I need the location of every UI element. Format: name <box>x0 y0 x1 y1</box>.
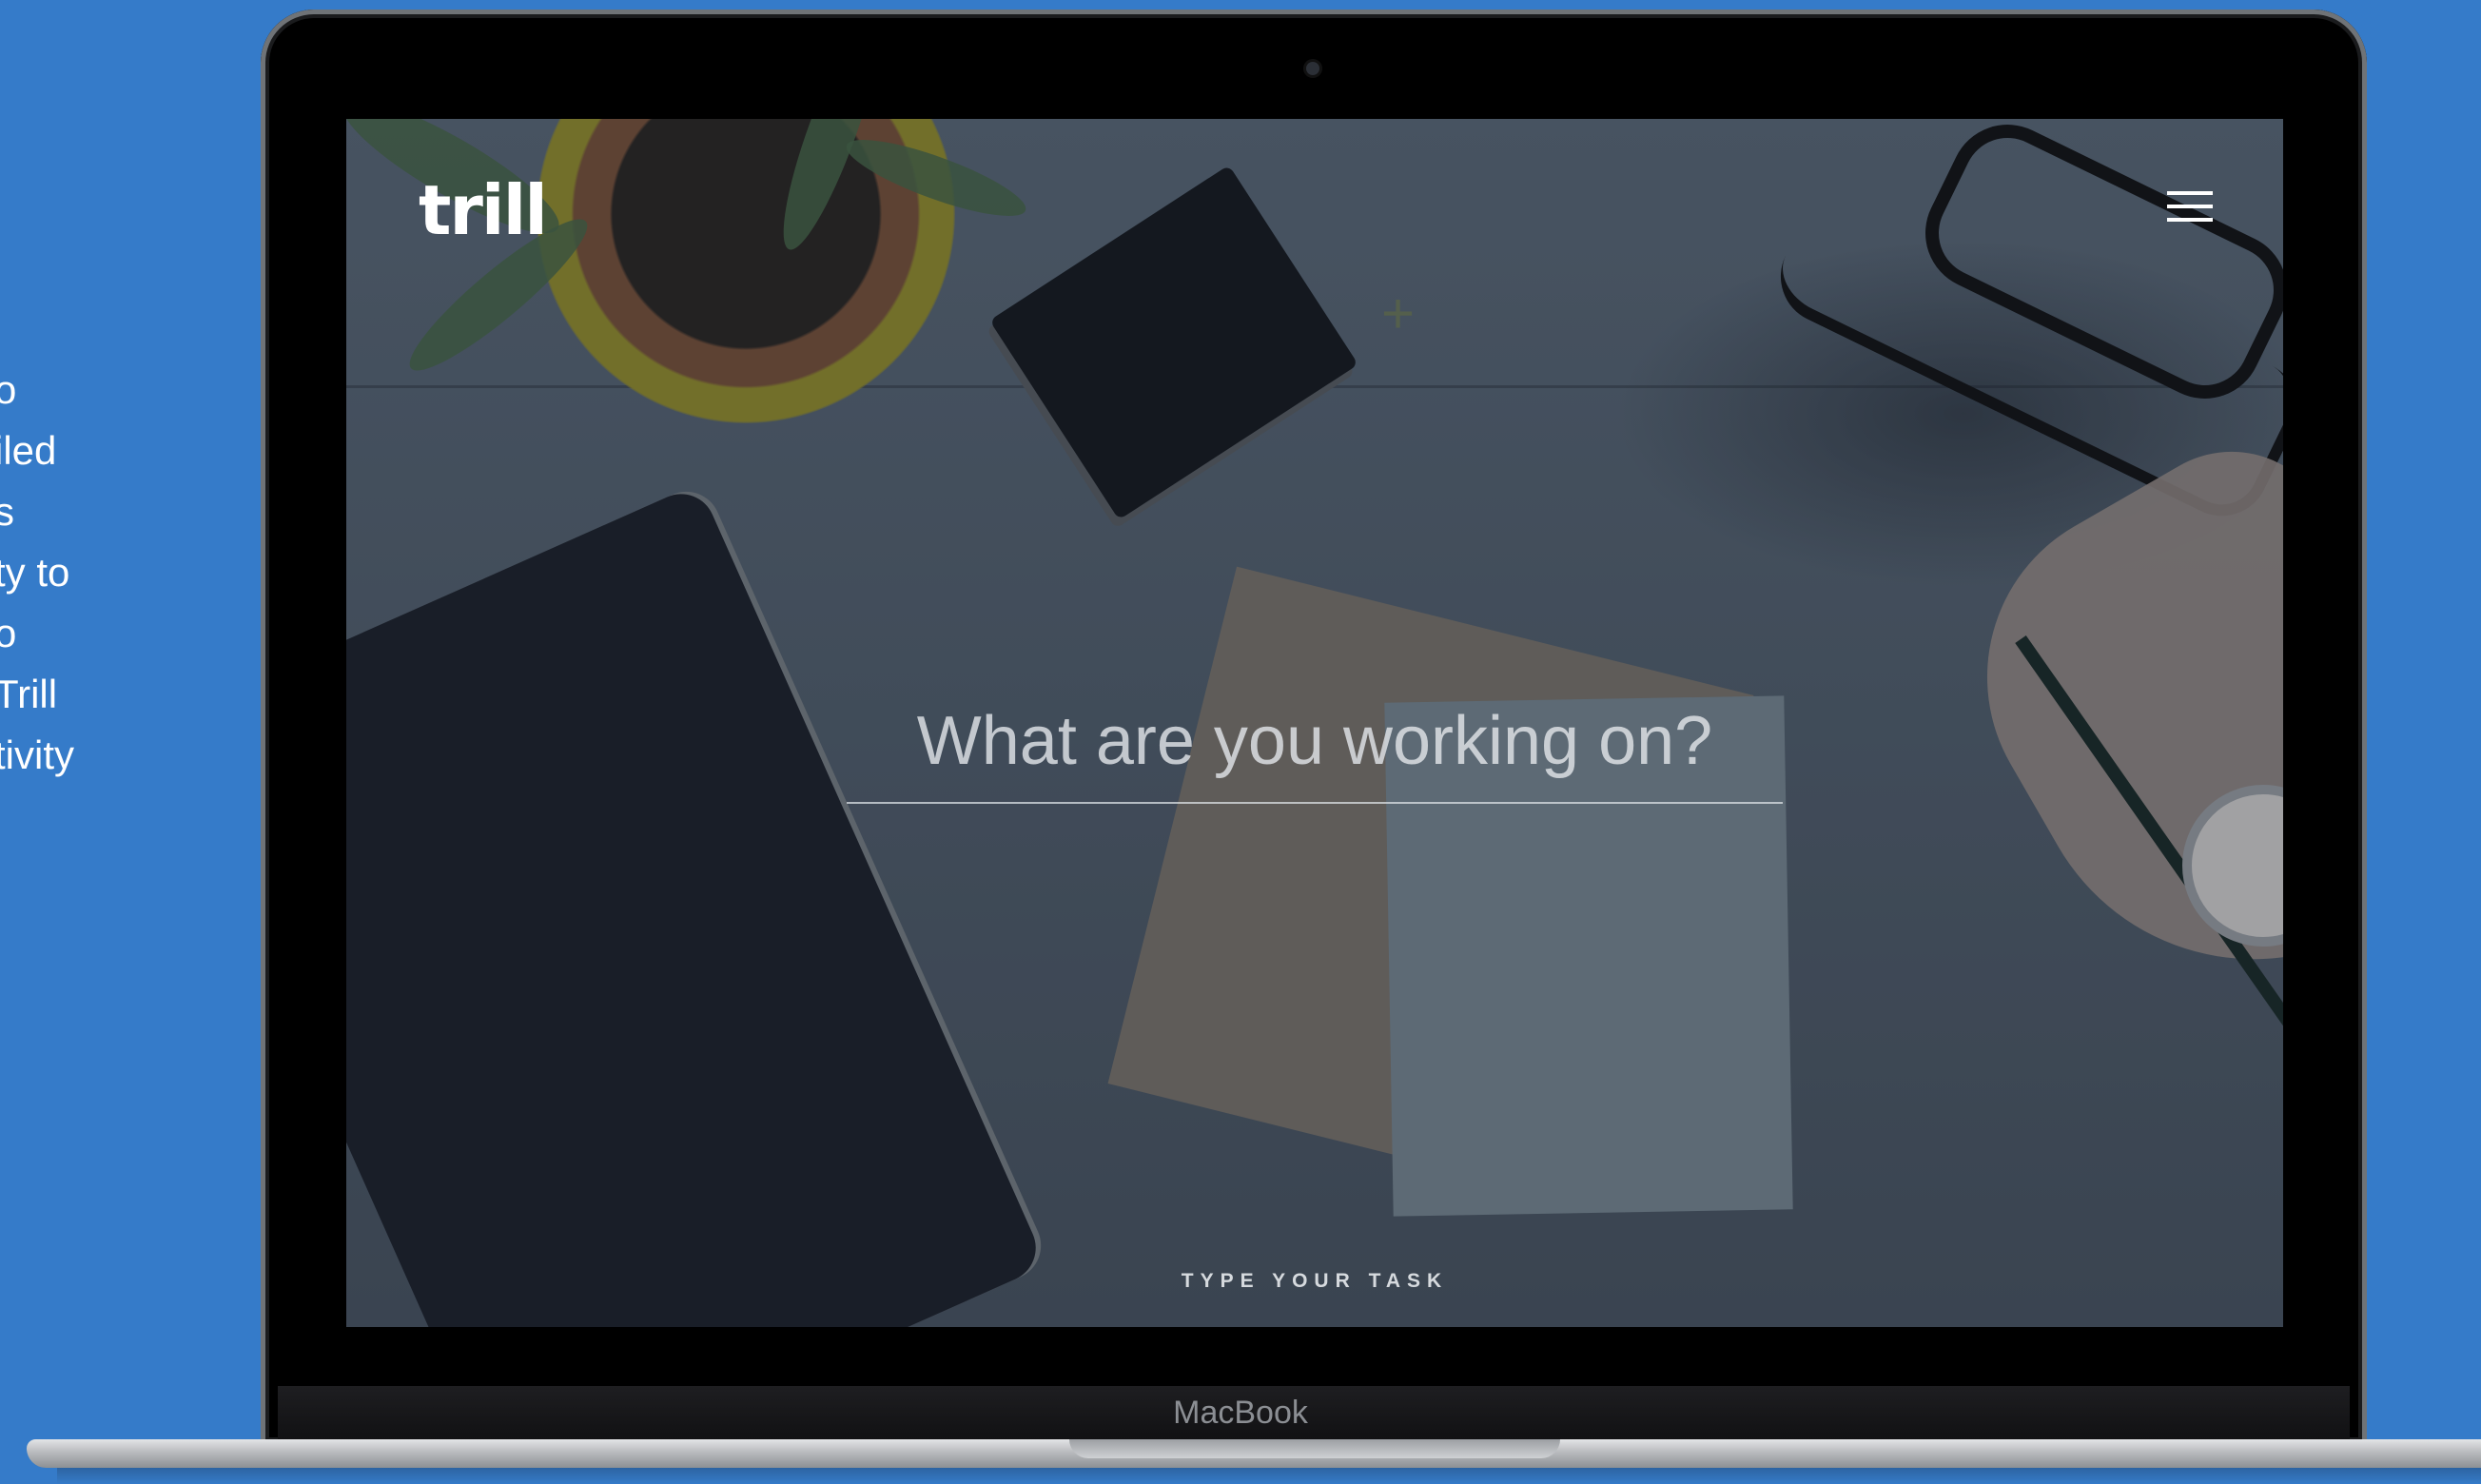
side-description-line: iled <box>0 428 57 473</box>
side-description-line: o <box>0 367 17 412</box>
side-description-line: tivity <box>0 732 74 777</box>
hamburger-icon-bar <box>2167 205 2213 208</box>
side-description-line: s <box>0 489 14 534</box>
menu-button[interactable] <box>2163 187 2217 225</box>
camera-icon <box>1306 62 1319 75</box>
type-task-hint: TYPE YOUR TASK <box>1181 1270 1449 1292</box>
task-input[interactable] <box>847 680 1783 804</box>
hamburger-icon-bar <box>2167 191 2213 195</box>
laptop-hinge-notch <box>1069 1439 1560 1458</box>
laptop-shadow <box>57 1468 2481 1484</box>
side-description-line: o <box>0 611 17 655</box>
task-input-wrapper <box>847 680 1783 804</box>
device-brand-label: MacBook <box>1173 1395 1308 1431</box>
side-description: o iled s ty to o Trill tivity <box>0 360 108 786</box>
laptop-screen: + trill TYPE YOUR TASK <box>346 119 2283 1327</box>
app-logo[interactable]: trill <box>419 170 548 250</box>
hamburger-icon-bar <box>2167 218 2213 222</box>
side-description-line: ty to <box>0 550 70 595</box>
side-description-line: Trill <box>0 672 58 716</box>
